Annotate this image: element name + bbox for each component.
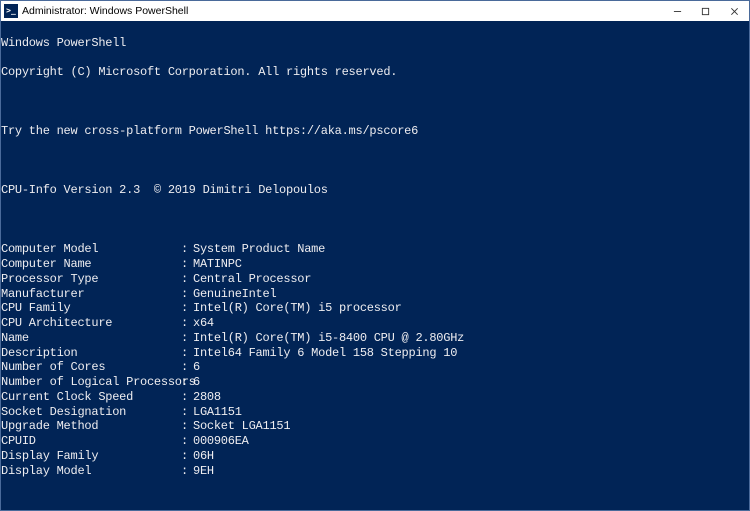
info-value: x64 [193,316,214,331]
colon: : [181,346,193,361]
colon: : [181,405,193,420]
info-value: Central Processor [193,272,311,287]
info-row: Description:Intel64 Family 6 Model 158 S… [1,346,749,361]
colon: : [181,390,193,405]
blank-line [1,213,749,228]
header-line: Try the new cross-platform PowerShell ht… [1,124,749,139]
info-value: LGA1151 [193,405,242,420]
info-row: Computer Model:System Product Name [1,242,749,257]
blank-line [1,95,749,110]
info-label: Current Clock Speed [1,390,181,405]
info-label: CPU Architecture [1,316,181,331]
info-value: MATINPC [193,257,242,272]
info-label: Description [1,346,181,361]
info-row: Number of Logical Processors:6 [1,375,749,390]
info-label: Processor Type [1,272,181,287]
colon: : [181,419,193,434]
info-row: Name:Intel(R) Core(TM) i5-8400 CPU @ 2.8… [1,331,749,346]
info-value: 06H [193,449,214,464]
info-row: Upgrade Method:Socket LGA1151 [1,419,749,434]
info-value: GenuineIntel [193,287,276,302]
colon: : [181,316,193,331]
colon: : [181,287,193,302]
info-label: Computer Model [1,242,181,257]
info-row: Display Family:06H [1,449,749,464]
close-button[interactable] [719,1,749,21]
colon: : [181,272,193,287]
info-row: Display Model:9EH [1,464,749,479]
info-value: Intel(R) Core(TM) i5-8400 CPU @ 2.80GHz [193,331,464,346]
titlebar[interactable]: >_ Administrator: Windows PowerShell [1,1,749,21]
colon: : [181,301,193,316]
powershell-icon: >_ [4,4,18,18]
info-row: CPUID:000906EA [1,434,749,449]
info-value: Socket LGA1151 [193,419,290,434]
info-value: 6 [193,360,200,375]
info-label: Name [1,331,181,346]
header-line: Windows PowerShell [1,36,749,51]
info-row: Current Clock Speed:2808 [1,390,749,405]
minimize-button[interactable] [663,1,691,21]
colon: : [181,331,193,346]
colon: : [181,464,193,479]
info-label: Manufacturer [1,287,181,302]
window-controls [663,1,749,21]
colon: : [181,360,193,375]
colon: : [181,434,193,449]
info-row: Number of Cores:6 [1,360,749,375]
info-value: 9EH [193,464,214,479]
info-row: Socket Designation:LGA1151 [1,405,749,420]
info-label: CPU Family [1,301,181,316]
header-line: Copyright (C) Microsoft Corporation. All… [1,65,749,80]
info-label: Upgrade Method [1,419,181,434]
info-label: Computer Name [1,257,181,272]
maximize-button[interactable] [691,1,719,21]
colon: : [181,375,193,390]
blank-line [1,493,749,508]
info-label: Display Model [1,464,181,479]
info-row: Computer Name:MATINPC [1,257,749,272]
info-value: System Product Name [193,242,325,257]
colon: : [181,257,193,272]
powershell-window: >_ Administrator: Windows PowerShell Win… [0,0,750,511]
info-row: CPU Architecture:x64 [1,316,749,331]
info-row: Processor Type:Central Processor [1,272,749,287]
window-title: Administrator: Windows PowerShell [22,5,663,17]
info-label: Number of Logical Processors [1,375,181,390]
info-value: 6 [193,375,200,390]
info-label: CPUID [1,434,181,449]
blank-line [1,154,749,169]
info-row: Manufacturer:GenuineIntel [1,287,749,302]
info-row: CPU Family:Intel(R) Core(TM) i5 processo… [1,301,749,316]
info-value: 000906EA [193,434,249,449]
colon: : [181,449,193,464]
info-label: Number of Cores [1,360,181,375]
info-value: Intel64 Family 6 Model 158 Stepping 10 [193,346,457,361]
banner-line: CPU-Info Version 2.3 © 2019 Dimitri Delo… [1,183,749,198]
terminal-output[interactable]: Windows PowerShell Copyright (C) Microso… [1,21,749,510]
info-label: Display Family [1,449,181,464]
colon: : [181,242,193,257]
info-value: Intel(R) Core(TM) i5 processor [193,301,402,316]
info-value: 2808 [193,390,221,405]
info-label: Socket Designation [1,405,181,420]
